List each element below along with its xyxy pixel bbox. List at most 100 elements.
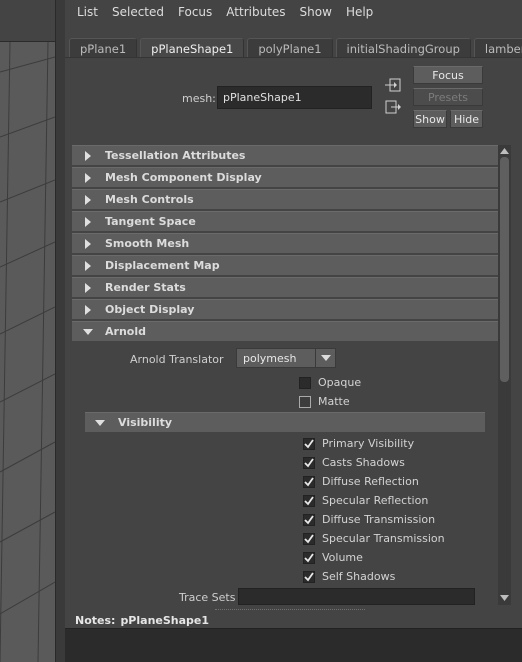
section-mesh-component-display[interactable]: Mesh Component Display: [72, 167, 498, 187]
menu-focus[interactable]: Focus: [171, 5, 219, 19]
menu-show[interactable]: Show: [293, 5, 339, 19]
checkbox-check-icon[interactable]: [303, 570, 315, 583]
self-shadows-label: Self Shadows: [322, 570, 396, 583]
collapse-arrow-icon: [95, 420, 105, 426]
section-label: Arnold: [105, 325, 146, 338]
focus-button[interactable]: Focus: [413, 66, 483, 84]
specular-transmission-row[interactable]: Specular Transmission: [303, 532, 445, 545]
collapse-arrow-icon: [83, 329, 93, 335]
arnold-translator-label: Arnold Translator: [130, 353, 224, 366]
section-arnold[interactable]: Arnold: [72, 321, 498, 341]
notes-label: Notes:: [75, 613, 116, 627]
scroll-down-icon[interactable]: [500, 595, 509, 601]
checkbox-check-icon[interactable]: [303, 456, 315, 469]
section-tangent-space[interactable]: Tangent Space: [72, 211, 498, 231]
tab-initialshadinggroup[interactable]: initialShadingGroup: [335, 38, 471, 58]
attribute-scroll-area[interactable]: Tessellation Attributes Mesh Component D…: [72, 145, 498, 605]
viewport-toolbar: [0, 0, 55, 42]
section-tessellation-attributes[interactable]: Tessellation Attributes: [72, 145, 498, 165]
matte-checkbox[interactable]: [299, 395, 311, 408]
panel-splitter[interactable]: [55, 0, 65, 662]
node-tabs: pPlane1 pPlaneShape1 polyPlane1 initialS…: [69, 38, 522, 58]
expand-arrow-icon: [85, 217, 91, 227]
tab-pplaneshape1[interactable]: pPlaneShape1: [140, 38, 245, 58]
diffuse-reflection-row[interactable]: Diffuse Reflection: [303, 475, 419, 488]
checkbox-check-icon[interactable]: [303, 494, 315, 507]
vertical-scrollbar[interactable]: [498, 145, 511, 605]
section-label: Mesh Controls: [105, 193, 194, 206]
arnold-translator-value: polymesh: [243, 351, 297, 365]
specular-reflection-label: Specular Reflection: [322, 494, 429, 507]
expand-arrow-icon: [85, 173, 91, 183]
node-name-value: pPlaneShape1: [223, 91, 302, 104]
checkbox-check-icon[interactable]: [303, 475, 315, 488]
trace-sets-input[interactable]: [238, 588, 475, 605]
expand-arrow-icon: [85, 283, 91, 293]
trace-sets-label: Trace Sets: [179, 591, 236, 604]
scroll-up-icon[interactable]: [500, 148, 509, 154]
self-shadows-row[interactable]: Self Shadows: [303, 570, 395, 583]
expand-arrow-icon: [85, 305, 91, 315]
section-render-stats[interactable]: Render Stats: [72, 277, 498, 297]
diffuse-transmission-row[interactable]: Diffuse Transmission: [303, 513, 435, 526]
volume-row[interactable]: Volume: [303, 551, 363, 564]
section-label: Object Display: [105, 303, 195, 316]
tab-divider: [65, 57, 522, 58]
tab-polyplane1[interactable]: polyPlane1: [247, 38, 333, 58]
section-label: Tangent Space: [105, 215, 196, 228]
viewport-panel[interactable]: [0, 0, 55, 662]
section-visibility[interactable]: Visibility: [85, 412, 485, 432]
checkbox-check-icon[interactable]: [303, 513, 315, 526]
section-displacement-map[interactable]: Displacement Map: [72, 255, 498, 275]
diffuse-reflection-label: Diffuse Reflection: [322, 475, 419, 488]
menu-help[interactable]: Help: [339, 5, 380, 19]
section-label: Smooth Mesh: [105, 237, 190, 250]
matte-checkbox-row[interactable]: Matte: [299, 395, 350, 408]
arnold-translator-dropdown[interactable]: polymesh: [236, 348, 336, 368]
checkbox-check-icon[interactable]: [303, 551, 315, 564]
expand-arrow-icon: [85, 261, 91, 271]
tab-lambert1[interactable]: lambert1: [473, 38, 522, 58]
checkbox-check-icon[interactable]: [303, 532, 315, 545]
expand-arrow-icon: [85, 151, 91, 161]
menu-bar: List Selected Focus Attributes Show Help: [65, 0, 522, 24]
opaque-checkbox-row[interactable]: Opaque: [299, 376, 361, 389]
section-smooth-mesh[interactable]: Smooth Mesh: [72, 233, 498, 253]
specular-reflection-row[interactable]: Specular Reflection: [303, 494, 428, 507]
tab-pplane1[interactable]: pPlane1: [69, 38, 138, 58]
expand-arrow-icon: [85, 195, 91, 205]
show-button[interactable]: Show: [413, 110, 447, 128]
volume-label: Volume: [322, 551, 363, 564]
matte-label: Matte: [318, 395, 350, 408]
menu-attributes[interactable]: Attributes: [219, 5, 292, 19]
casts-shadows-label: Casts Shadows: [322, 456, 405, 469]
section-label: Render Stats: [105, 281, 186, 294]
output-connection-icon[interactable]: [385, 100, 401, 114]
section-label: Visibility: [118, 416, 173, 429]
section-label: Mesh Component Display: [105, 171, 262, 184]
menu-list[interactable]: List: [70, 5, 105, 19]
input-connection-icon[interactable]: [385, 78, 401, 92]
attribute-editor: List Selected Focus Attributes Show Help…: [65, 0, 522, 662]
notes-textarea[interactable]: [65, 628, 522, 662]
expand-arrow-icon: [85, 239, 91, 249]
primary-visibility-label: Primary Visibility: [322, 437, 415, 450]
section-label: Tessellation Attributes: [105, 149, 246, 162]
viewport-grid: [0, 42, 55, 662]
node-name-field[interactable]: pPlaneShape1: [217, 86, 372, 109]
opaque-label: Opaque: [318, 376, 362, 389]
section-object-display[interactable]: Object Display: [72, 299, 498, 319]
section-mesh-controls[interactable]: Mesh Controls: [72, 189, 498, 209]
checkbox-check-icon[interactable]: [303, 437, 315, 450]
primary-visibility-row[interactable]: Primary Visibility: [303, 437, 414, 450]
notes-node-name: pPlaneShape1: [120, 613, 210, 627]
chevron-down-icon: [315, 349, 335, 367]
section-label: Displacement Map: [105, 259, 220, 272]
hide-button[interactable]: Hide: [450, 110, 483, 128]
scroll-thumb[interactable]: [500, 157, 509, 382]
notes-resize-handle[interactable]: [215, 609, 365, 611]
casts-shadows-row[interactable]: Casts Shadows: [303, 456, 405, 469]
menu-selected[interactable]: Selected: [105, 5, 171, 19]
opaque-checkbox[interactable]: [299, 376, 311, 389]
presets-button[interactable]: Presets: [413, 88, 483, 106]
